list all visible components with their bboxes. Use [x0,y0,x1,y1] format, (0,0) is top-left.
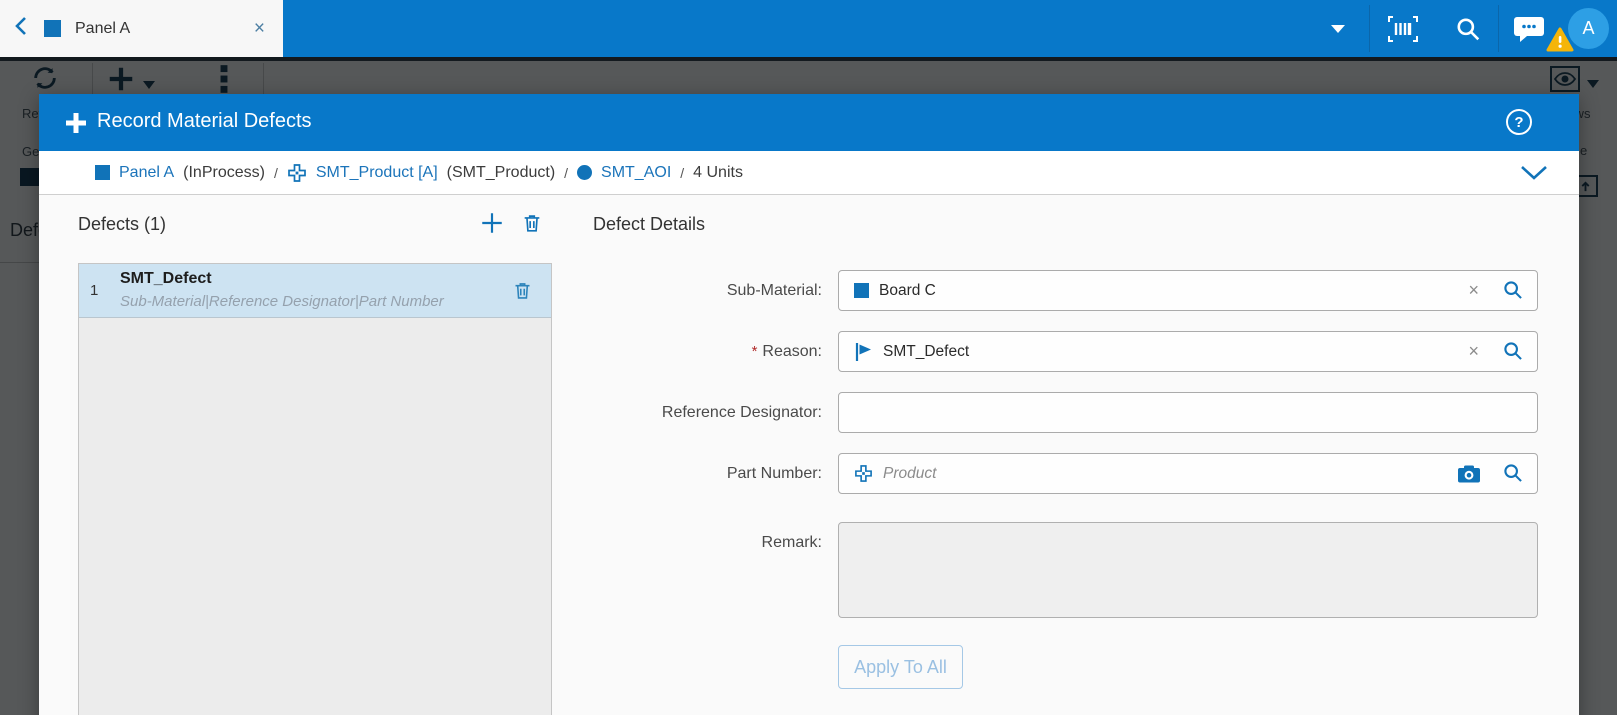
reason-value: SMT_Defect [883,343,969,361]
part-number-label: Part Number: [539,453,822,494]
tab-panel-a[interactable]: Panel A × [0,0,283,57]
dialog-title: Record Material Defects [97,110,312,133]
lookup-search-icon[interactable] [1502,340,1524,367]
panel-icon [95,165,110,180]
defect-title: SMT_Defect [120,270,212,288]
breadcrumb-separator: / [680,165,684,181]
required-asterisk: * [752,343,758,360]
chat-icon[interactable] [1509,0,1549,57]
defect-subtitle: Sub-Material|Reference Designator|Part N… [120,293,444,310]
record-material-defects-dialog: Record Material Defects ? Panel A (InPro… [39,94,1579,715]
sub-material-field[interactable]: Board C × [838,270,1538,311]
remark-label: Remark: [539,522,822,563]
delete-defect-item-icon[interactable] [512,280,533,306]
reason-label: *Reason: [539,331,822,372]
collapse-chevron-icon[interactable] [1520,165,1548,185]
sub-material-label: Sub-Material: [539,270,822,311]
clear-icon[interactable]: × [1468,332,1479,371]
operation-icon [577,165,592,180]
breadcrumb-panel-link[interactable]: Panel A [119,164,174,182]
breadcrumb-operation-link[interactable]: SMT_AOI [601,164,671,182]
topbar-divider [1369,5,1370,52]
material-icon [854,283,869,298]
reference-designator-input[interactable] [854,404,1469,422]
barcode-scan-icon[interactable] [1385,0,1421,57]
breadcrumb: Panel A (InProcess) / SMT_Product [A] (S… [39,151,1579,195]
tab-close-icon[interactable]: × [254,19,265,38]
tab-title: Panel A [75,20,130,38]
add-defect-header-icon [65,112,87,139]
screen: Refresh General Defects Views e [0,0,1617,715]
lookup-search-icon[interactable] [1502,279,1524,306]
topbar-divider [1498,5,1499,52]
breadcrumb-units: 4 Units [693,164,743,182]
camera-scan-icon[interactable] [1457,465,1481,488]
add-defect-icon[interactable] [479,210,505,241]
back-icon[interactable] [14,16,28,41]
part-number-field[interactable]: Product [838,453,1538,494]
apply-to-all-button[interactable]: Apply To All [838,645,963,689]
remark-textarea[interactable] [838,522,1538,618]
search-icon[interactable] [1450,0,1486,57]
part-number-placeholder: Product [883,465,936,483]
defects-panel-title: Defects (1) [78,214,166,235]
breadcrumb-separator: / [274,165,278,181]
breadcrumb-panel-status: (InProcess) [183,164,265,182]
avatar-initial: A [1582,18,1594,39]
warning-badge-icon [1546,27,1574,53]
top-bar: Panel A × A [0,0,1617,57]
breadcrumb-separator: / [564,165,568,181]
defects-list: 1 SMT_Defect Sub-Material|Reference Desi… [78,263,552,715]
breadcrumb-product-link[interactable]: SMT_Product [A] [316,164,438,182]
reference-designator-label: Reference Designator: [539,392,822,433]
defect-details-title: Defect Details [593,214,705,235]
reason-field[interactable]: SMT_Defect × [838,331,1538,372]
topbar-caret-icon[interactable] [1323,0,1353,57]
reference-designator-field[interactable] [838,392,1538,433]
delete-defects-icon[interactable] [521,212,543,239]
lookup-search-icon[interactable] [1502,462,1524,489]
panel-icon [44,20,61,37]
help-icon[interactable]: ? [1506,109,1532,135]
dialog-header: Record Material Defects ? [39,94,1579,151]
product-icon [287,163,307,183]
breadcrumb-product-type: (SMT_Product) [447,164,555,182]
reason-flag-icon [854,342,873,362]
sub-material-value: Board C [879,282,936,300]
avatar[interactable]: A [1568,8,1609,49]
defect-list-item[interactable]: 1 SMT_Defect Sub-Material|Reference Desi… [79,264,551,318]
product-icon [854,464,873,483]
defect-index: 1 [90,282,98,299]
clear-icon[interactable]: × [1468,271,1479,310]
